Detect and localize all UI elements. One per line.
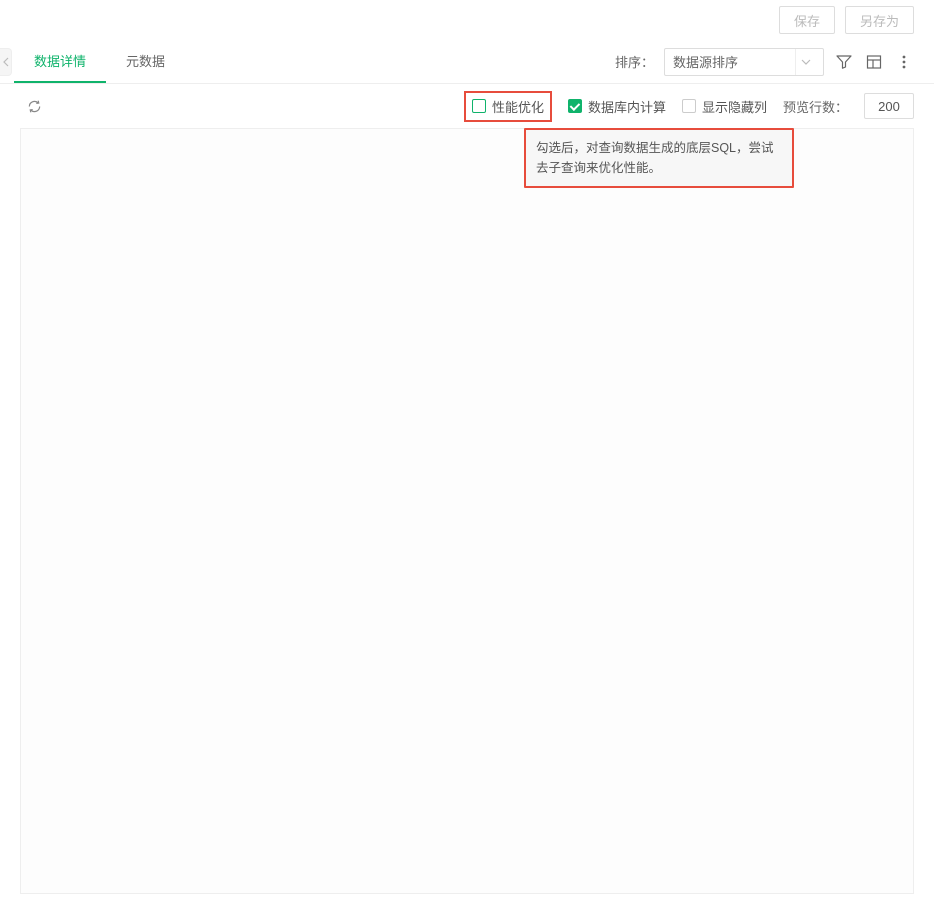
checkbox-box [472, 99, 486, 113]
perf-optimization-checkbox[interactable]: 性能优化 [464, 91, 552, 122]
top-toolbar: 保存 另存为 [0, 0, 934, 40]
filter-button[interactable] [834, 48, 854, 76]
show-hidden-label: 显示隐藏列 [702, 97, 767, 116]
save-as-button[interactable]: 另存为 [845, 6, 914, 34]
tab-bar: 数据详情 元数据 排序： 数据源排序 [0, 40, 934, 84]
tab-data-detail[interactable]: 数据详情 [14, 40, 106, 83]
sort-select-value: 数据源排序 [673, 52, 795, 71]
more-button[interactable] [894, 48, 914, 76]
data-preview-area [20, 128, 914, 894]
preview-rows-label: 预览行数： [783, 97, 848, 116]
tab-right-controls: 排序： 数据源排序 [615, 40, 914, 83]
chevron-left-icon [3, 57, 9, 67]
save-button[interactable]: 保存 [779, 6, 835, 34]
collapse-handle[interactable] [0, 48, 12, 76]
sort-label: 排序： [615, 52, 654, 71]
refresh-icon [27, 99, 42, 114]
refresh-button[interactable] [24, 96, 44, 116]
checkbox-box [682, 99, 696, 113]
db-compute-label: 数据库内计算 [588, 97, 666, 116]
preview-rows-input[interactable] [864, 93, 914, 119]
chevron-down-icon [795, 49, 815, 75]
perf-optimization-tooltip: 勾选后，对查询数据生成的底层SQL，尝试去子查询来优化性能。 [524, 128, 794, 188]
tabs: 数据详情 元数据 [14, 40, 185, 83]
more-vertical-icon [896, 54, 912, 70]
perf-optimization-label: 性能优化 [492, 97, 544, 116]
tab-metadata[interactable]: 元数据 [106, 40, 185, 83]
filter-icon [836, 54, 852, 70]
show-hidden-checkbox[interactable]: 显示隐藏列 [682, 97, 767, 116]
checkbox-box [568, 99, 582, 113]
db-compute-checkbox[interactable]: 数据库内计算 [568, 97, 666, 116]
layout-icon [866, 54, 882, 70]
options-row: 性能优化 数据库内计算 显示隐藏列 预览行数： [0, 84, 934, 128]
layout-button[interactable] [864, 48, 884, 76]
sort-select[interactable]: 数据源排序 [664, 48, 824, 76]
